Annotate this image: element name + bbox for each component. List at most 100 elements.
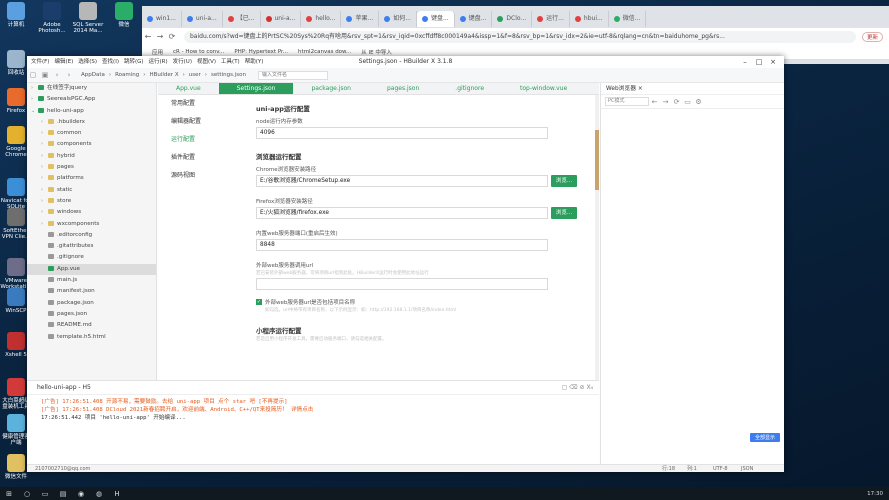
editor-tab[interactable]: Settings.json [218, 83, 294, 94]
tree-arrow-icon[interactable]: › [41, 185, 48, 196]
menu-item[interactable]: 运行(R) [149, 56, 168, 68]
editor-tab[interactable]: top-window.vue [502, 83, 585, 94]
menu-item[interactable]: 查找(I) [102, 56, 119, 68]
settings-nav-item[interactable]: 插件配置 [158, 149, 246, 167]
tree-arrow-icon[interactable]: › [41, 128, 48, 139]
bookmark-item[interactable]: PHP: Hypertext Pr... [234, 49, 288, 55]
chrome-browse-button[interactable]: 浏览... [551, 175, 577, 187]
tree-arrow-icon[interactable]: › [41, 173, 48, 184]
tree-item[interactable]: › common [27, 128, 156, 139]
bookmark-item[interactable]: 从 IE 中导入 [361, 48, 392, 56]
tree-arrow-icon[interactable]: › [31, 83, 38, 94]
tree-item[interactable]: › .hbuilderx [27, 117, 156, 128]
tree-item[interactable]: App.vue [27, 263, 156, 276]
firefox-path-input[interactable]: E:/火狐浏览器/firefox.exe [256, 207, 548, 219]
folder-icon[interactable]: ▤ [54, 490, 72, 498]
browser-update-badge[interactable]: 更新 [861, 31, 883, 42]
tree-item[interactable]: › windows [27, 207, 156, 218]
browser-tab[interactable]: hbui... [570, 11, 609, 27]
menu-item[interactable]: 选择(S) [78, 56, 97, 68]
forward-icon[interactable]: → [660, 98, 671, 106]
bookmark-item[interactable]: cR - How to conv... [173, 49, 224, 55]
tree-arrow-icon[interactable]: › [41, 162, 48, 173]
show-all-button[interactable]: 全部显示 [749, 433, 780, 442]
language-indicator[interactable]: JSON [741, 465, 753, 473]
breadcrumb-item[interactable]: user [189, 72, 201, 78]
browser-tab[interactable]: 苹果... [341, 11, 380, 27]
tree-item[interactable]: .gitignore [27, 252, 156, 263]
breadcrumb-item[interactable]: AppData [81, 72, 105, 78]
preview-close-icon[interactable]: × [638, 86, 643, 92]
tree-item[interactable]: ⌄ hello-uni-app [27, 106, 156, 117]
settings-scrollbar[interactable] [595, 95, 599, 380]
browser-tab[interactable]: uni-a... [182, 11, 223, 27]
tree-item[interactable]: › 在线签字jquery [27, 83, 156, 94]
menu-item[interactable]: 工具(T) [221, 56, 240, 68]
menu-item[interactable]: 发行(U) [173, 56, 192, 68]
browser-tab[interactable]: uni-a... [261, 11, 302, 27]
browser-tab[interactable]: hello... [301, 11, 342, 27]
maximize-icon[interactable]: □ [752, 56, 766, 68]
new-file-icon[interactable]: ▢ [27, 71, 39, 79]
tree-item[interactable]: › pages [27, 162, 156, 173]
browser-tab[interactable]: win1... [142, 11, 182, 27]
tree-arrow-icon[interactable]: › [41, 196, 48, 207]
menu-item[interactable]: 跳转(G) [124, 56, 144, 68]
settings-nav-item[interactable]: 运行配置 [158, 131, 246, 149]
file-search-input[interactable] [257, 70, 328, 80]
tree-arrow-icon[interactable]: › [41, 219, 48, 230]
tree-item[interactable]: › static [27, 185, 156, 196]
settings-nav-item[interactable]: 源码视图 [158, 167, 246, 185]
desktop-icon[interactable]: SQL Server 2014 Ma... [72, 0, 104, 44]
tree-item[interactable]: package.json [27, 298, 156, 309]
tree-item[interactable]: › components [27, 139, 156, 150]
tree-item[interactable]: › wxcomponents [27, 219, 156, 230]
settings-nav-item[interactable]: 编辑器配置 [158, 113, 246, 131]
wechat-icon[interactable]: ◍ [90, 490, 108, 498]
editor-tab[interactable]: package.json [293, 83, 369, 94]
device-select[interactable]: PC模式 [605, 97, 649, 106]
account-label[interactable]: 2107002710@qq.com [35, 465, 90, 473]
tree-item[interactable]: README.md [27, 320, 156, 331]
desktop-icon[interactable]: Adobe Photosh... [36, 0, 68, 44]
chrome-icon[interactable]: ◉ [72, 490, 90, 498]
include-project-checkbox-row[interactable]: ✓ 外部web服务器url是否包括项目名称 [256, 298, 591, 306]
reload-icon[interactable]: ⟳ [166, 32, 178, 41]
tree-item[interactable]: pages.json [27, 309, 156, 320]
node-memory-input[interactable]: 4096 [256, 127, 548, 139]
editor-tab[interactable]: App.vue [158, 83, 219, 94]
encoding-indicator[interactable]: UTF-8 [713, 465, 728, 473]
port-input[interactable]: 8848 [256, 239, 548, 251]
console-controls[interactable]: ▢ ⌫ ⊘ X₄ [562, 381, 593, 395]
back-icon[interactable]: ← [649, 98, 660, 106]
tree-item[interactable]: template.h5.html [27, 332, 156, 343]
devtools-icon[interactable]: ⚙ [693, 98, 704, 106]
scrollbar-thumb[interactable] [595, 130, 599, 190]
editor-tab[interactable]: pages.json [369, 83, 437, 94]
menu-item[interactable]: 编辑(E) [54, 56, 73, 68]
tree-arrow-icon[interactable]: › [41, 139, 48, 150]
breadcrumb-item[interactable]: HBuilder X [149, 72, 178, 78]
tree-arrow-icon[interactable]: › [41, 151, 48, 162]
url-input[interactable]: baidu.com/s?wd=键盘上的PrtSC%20Sys%20Rq有啥用&r… [184, 30, 856, 43]
browser-tab[interactable]: DClo... [492, 11, 533, 27]
start-icon[interactable]: ⊞ [0, 490, 18, 498]
tree-item[interactable]: main.js [27, 275, 156, 286]
forward-arrow-icon[interactable]: › [63, 71, 75, 79]
browser-tab[interactable]: 键盘... [455, 11, 493, 27]
refresh-icon[interactable]: ⟳ [671, 98, 682, 106]
browser-tab[interactable]: 键盘... [416, 11, 455, 27]
firefox-browse-button[interactable]: 浏览... [551, 207, 577, 219]
tree-item[interactable]: manifest.json [27, 286, 156, 297]
task-view-icon[interactable]: ▭ [36, 490, 54, 498]
back-arrow-icon[interactable]: ‹ [51, 71, 63, 79]
external-url-input[interactable] [256, 278, 548, 290]
search-icon[interactable]: ○ [18, 490, 36, 498]
desktop-icon[interactable]: 计算机 [0, 0, 32, 44]
tree-item[interactable]: › store [27, 196, 156, 207]
breadcrumb-item[interactable]: settings.json [211, 72, 246, 78]
minimize-icon[interactable]: – [738, 56, 752, 68]
desktop-icon[interactable]: 微信 [108, 0, 140, 44]
breadcrumb-item[interactable]: Roaming [115, 72, 139, 78]
tree-arrow-icon[interactable]: › [31, 94, 38, 105]
